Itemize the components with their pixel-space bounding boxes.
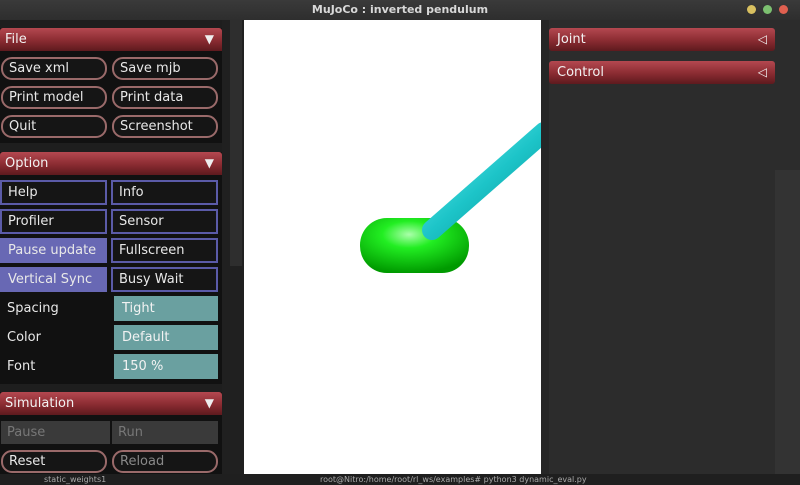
- simulation-section: Simulation ▼ Pause Run Reset Reload: [0, 392, 222, 485]
- 3d-viewport[interactable]: [244, 20, 541, 474]
- pause-button[interactable]: Pause: [1, 421, 110, 444]
- color-select[interactable]: Default: [114, 325, 218, 350]
- scrollbar[interactable]: [230, 20, 242, 266]
- color-label: Color: [7, 330, 41, 345]
- help-checkbox[interactable]: Help: [0, 180, 107, 205]
- joint-header[interactable]: Joint ◁: [549, 28, 775, 51]
- run-button[interactable]: Run: [112, 421, 218, 444]
- simulation-header-label: Simulation: [5, 396, 75, 411]
- spacing-label: Spacing: [7, 301, 59, 316]
- pendulum-render: [360, 122, 541, 273]
- close-button[interactable]: [779, 5, 788, 14]
- collapse-down-icon: ▼: [204, 32, 214, 46]
- terminal-command-line: root@Nitro:/home/root/rl_ws/examples# py…: [320, 475, 587, 484]
- option-section: Option ▼ Help Info Profiler Sensor Pause…: [0, 152, 222, 384]
- file-section: File ▼ Save xml Save mjb Print model Pri…: [0, 28, 222, 143]
- font-label: Font: [7, 359, 36, 374]
- collapse-down-icon: ▼: [204, 396, 214, 410]
- cart-body: [360, 218, 469, 273]
- collapse-left-icon: ◁: [757, 65, 767, 79]
- maximize-button[interactable]: [763, 5, 772, 14]
- info-checkbox[interactable]: Info: [111, 180, 218, 205]
- save-mjb-button[interactable]: Save mjb: [112, 57, 218, 80]
- window-titlebar: MuJoCo : inverted pendulum: [0, 0, 800, 20]
- background-terminal: static_weights1 root@Nitro:/home/root/rl…: [0, 474, 800, 485]
- simulation-header[interactable]: Simulation ▼: [0, 392, 222, 415]
- busy-wait-checkbox[interactable]: Busy Wait: [111, 267, 218, 292]
- control-header-label: Control: [557, 65, 604, 80]
- minimize-button[interactable]: [747, 5, 756, 14]
- terminal-left-text: static_weights1: [44, 475, 107, 484]
- font-select[interactable]: 150 %: [114, 354, 218, 379]
- window-title: MuJoCo : inverted pendulum: [311, 3, 489, 16]
- pause-update-checkbox[interactable]: Pause update: [0, 238, 107, 263]
- joint-header-label: Joint: [557, 32, 586, 47]
- panel-gap: [222, 20, 244, 474]
- reset-button[interactable]: Reset: [1, 450, 107, 473]
- background-terminal-edge: [775, 170, 800, 474]
- right-ui-panel: Joint ◁ Control ◁: [541, 20, 800, 474]
- vertical-sync-checkbox[interactable]: Vertical Sync: [0, 267, 107, 292]
- collapse-left-icon: ◁: [757, 32, 767, 46]
- pendulum-pole: [422, 122, 541, 240]
- save-xml-button[interactable]: Save xml: [1, 57, 107, 80]
- window-controls: [747, 5, 788, 14]
- option-header[interactable]: Option ▼: [0, 152, 222, 175]
- reload-button[interactable]: Reload: [112, 450, 218, 473]
- file-header-label: File: [5, 32, 27, 47]
- print-model-button[interactable]: Print model: [1, 86, 107, 109]
- print-data-button[interactable]: Print data: [112, 86, 218, 109]
- screenshot-button[interactable]: Screenshot: [112, 115, 218, 138]
- option-header-label: Option: [5, 156, 49, 171]
- sensor-checkbox[interactable]: Sensor: [111, 209, 218, 234]
- quit-button[interactable]: Quit: [1, 115, 107, 138]
- control-header[interactable]: Control ◁: [549, 61, 775, 84]
- fullscreen-checkbox[interactable]: Fullscreen: [111, 238, 218, 263]
- left-ui-panel: File ▼ Save xml Save mjb Print model Pri…: [0, 20, 222, 485]
- file-header[interactable]: File ▼: [0, 28, 222, 51]
- profiler-checkbox[interactable]: Profiler: [0, 209, 107, 234]
- collapse-down-icon: ▼: [204, 156, 214, 170]
- spacing-select[interactable]: Tight: [114, 296, 218, 321]
